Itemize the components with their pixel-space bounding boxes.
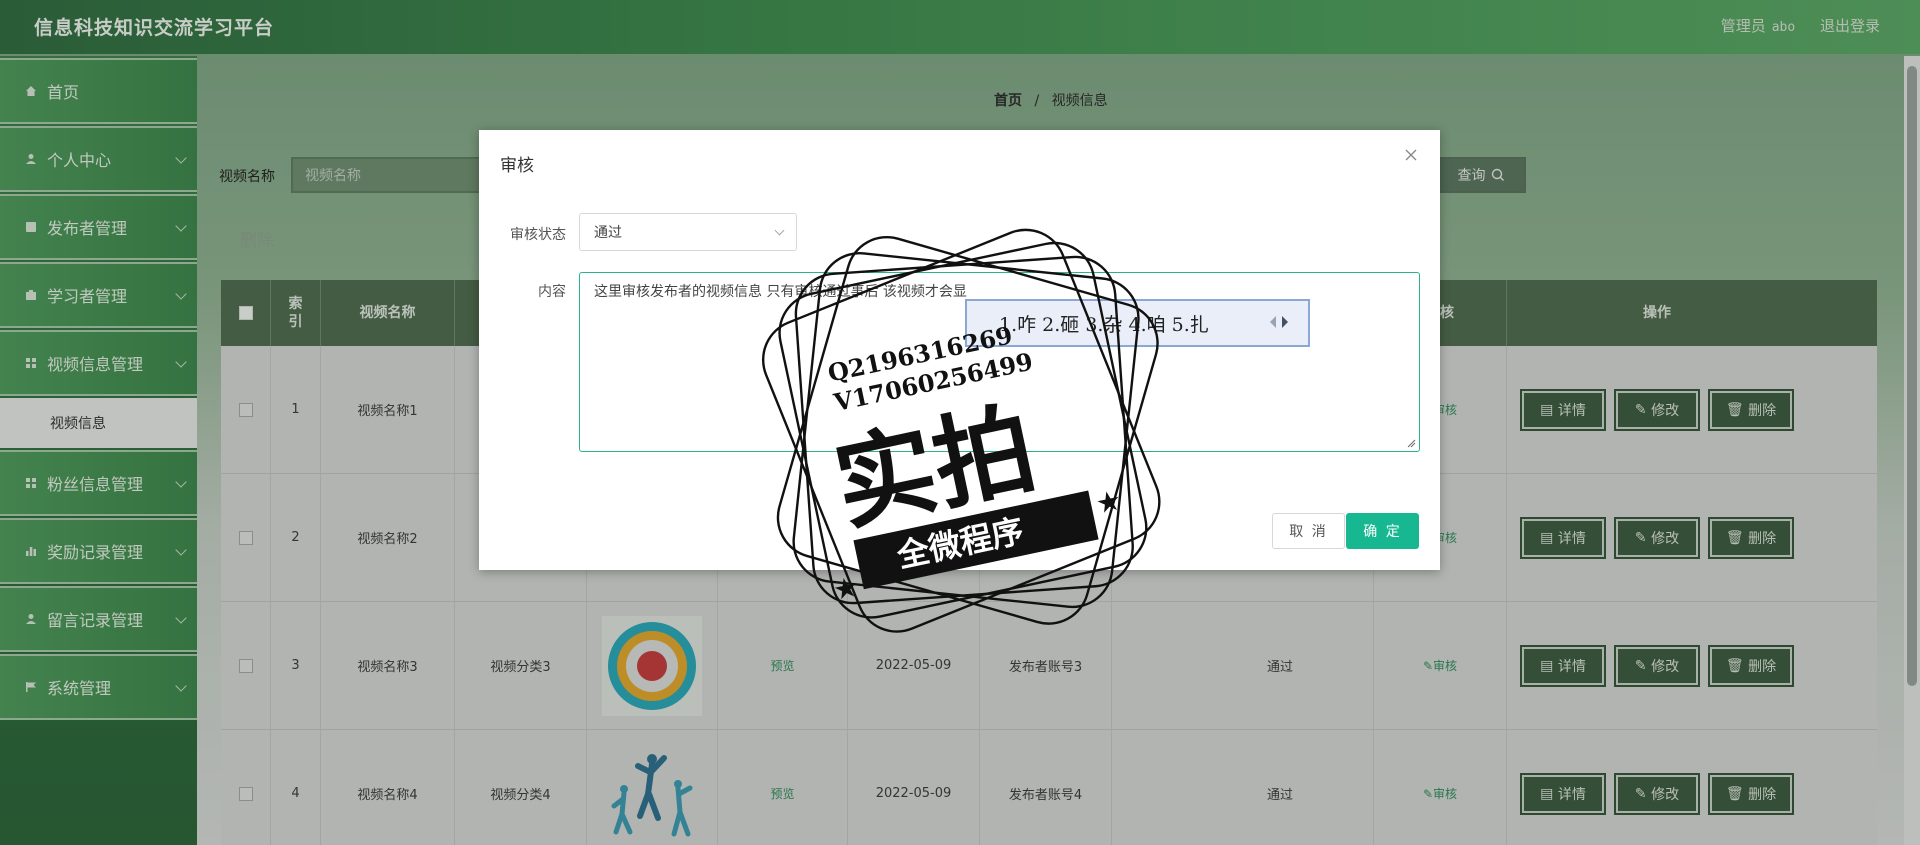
- watermark-stamp: Q2196316269 V17060256499 实拍 全微程序 ★ ★: [761, 228, 1161, 633]
- confirm-button[interactable]: 确 定: [1346, 513, 1419, 549]
- ime-page-arrows[interactable]: [1266, 313, 1292, 335]
- prev-next-arrows-icon[interactable]: [1266, 314, 1292, 330]
- content-label: 内容: [538, 284, 566, 300]
- dialog-title: 审核: [500, 156, 534, 176]
- svg-text:★: ★: [830, 570, 861, 607]
- audit-status-value: 通过: [594, 225, 622, 241]
- cancel-button[interactable]: 取 消: [1272, 513, 1345, 549]
- resize-handle-icon[interactable]: [1406, 438, 1416, 448]
- audit-status-label: 审核状态: [510, 227, 566, 243]
- close-icon[interactable]: [1404, 148, 1418, 162]
